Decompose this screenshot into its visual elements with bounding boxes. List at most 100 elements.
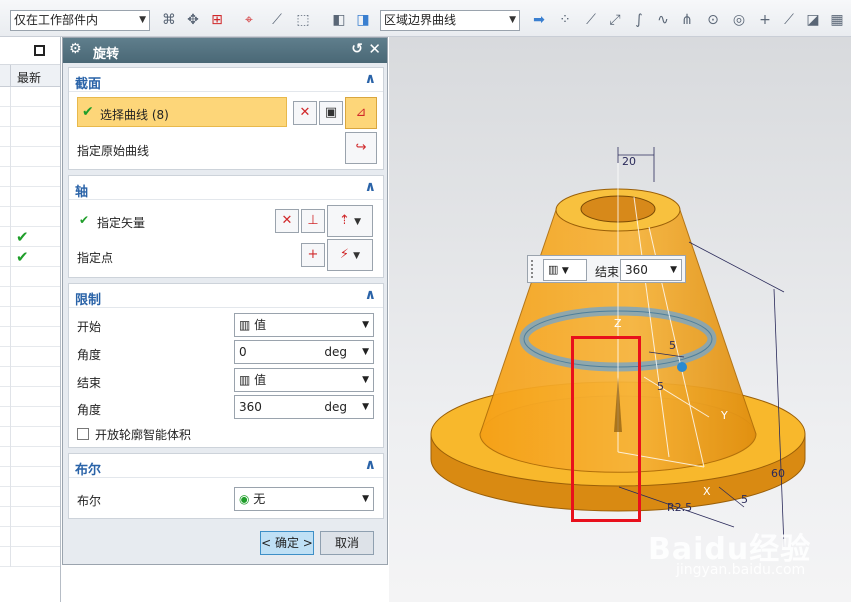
point-icon[interactable]: ✥ xyxy=(184,11,202,29)
cube-icon: ▥ xyxy=(239,318,255,332)
solid-icon[interactable]: ◧ xyxy=(330,11,348,29)
floating-end-value: 360 xyxy=(625,263,648,277)
table-row[interactable] xyxy=(0,127,60,147)
table-row[interactable] xyxy=(0,327,60,347)
table-row[interactable] xyxy=(0,287,60,307)
boolean-group-header[interactable]: 布尔 ∧ xyxy=(69,454,383,478)
curve-button[interactable]: ⊿ xyxy=(345,97,377,129)
line-icon[interactable]: ⟋ xyxy=(582,11,600,29)
collapse-icon[interactable]: ∧ xyxy=(365,457,376,473)
section-group-header[interactable]: 截面 ∧ xyxy=(69,68,383,92)
floating-end-angle-bar: ▥ ▼ 结束 360 ▼ xyxy=(527,255,686,283)
curve-rule-button[interactable]: ✕ xyxy=(293,101,317,125)
end-angle-label: 角度 xyxy=(77,403,102,417)
table-row[interactable] xyxy=(0,267,60,287)
table-row[interactable] xyxy=(0,207,60,227)
chevron-down-icon: ▼ xyxy=(362,320,369,330)
select-curve-row[interactable]: ✔ 选择曲线 (8) xyxy=(77,97,287,127)
table-row[interactable] xyxy=(0,87,60,107)
segment-icon[interactable]: ⤢ xyxy=(606,11,624,29)
curve-rule-value: 区域边界曲线 xyxy=(384,13,457,27)
dim-r: R2.5 xyxy=(667,501,692,514)
table-row[interactable] xyxy=(0,107,60,127)
axis-group-title: 轴 xyxy=(75,185,89,200)
end-angle-input[interactable]: 360 deg ▼ xyxy=(234,395,374,419)
start-mode-dropdown[interactable]: ▥ 值 ▼ xyxy=(234,313,374,337)
surface-icon[interactable]: ◪ xyxy=(804,11,822,29)
face-rule-icon[interactable]: ⟋ xyxy=(268,11,286,29)
arrow-right-icon[interactable]: ➡ xyxy=(530,11,548,29)
axis-group-header[interactable]: 轴 ∧ xyxy=(69,176,383,200)
snap-icon[interactable]: ⌘ xyxy=(160,11,178,29)
axis-y-label: Y xyxy=(720,409,728,422)
cancel-button[interactable]: 取消 xyxy=(320,531,374,555)
table-row[interactable] xyxy=(0,547,60,567)
table-row[interactable] xyxy=(0,447,60,467)
table-row[interactable] xyxy=(0,167,60,187)
grid-icon[interactable]: ▦ xyxy=(828,11,846,29)
intersect-icon[interactable]: ⋔ xyxy=(678,11,696,29)
point-type-dropdown[interactable]: ⚡ ▼ xyxy=(327,239,373,271)
check-icon: ✔ xyxy=(16,228,29,246)
close-icon[interactable]: ✕ xyxy=(368,40,381,58)
sketch-section-button[interactable]: ▣ xyxy=(319,101,343,125)
reset-icon[interactable]: ↺ xyxy=(351,41,363,57)
navigator-header xyxy=(0,37,60,65)
watermark-url: jingyan.baidu.com xyxy=(676,562,806,578)
ok-button[interactable]: < 确定 > xyxy=(260,531,314,555)
maximize-icon[interactable] xyxy=(34,45,45,56)
table-row[interactable] xyxy=(0,507,60,527)
wave-icon[interactable]: ∿ xyxy=(654,11,672,29)
table-row[interactable] xyxy=(0,527,60,547)
add-point-icon[interactable]: ⊞ xyxy=(208,11,226,29)
chevron-down-icon: ▼ xyxy=(670,265,677,275)
navigator-rows: ✔ ✔ xyxy=(0,87,60,567)
start-angle-input[interactable]: 0 deg ▼ xyxy=(234,340,374,364)
scatter-icon[interactable]: ⁘ xyxy=(556,11,574,29)
point-dialog-button[interactable]: + xyxy=(301,243,325,267)
table-row[interactable]: ✔ xyxy=(0,227,60,247)
vector-type-dropdown[interactable]: ⇡ ▼ xyxy=(327,205,373,237)
boolean-dropdown[interactable]: ◉ 无 ▼ xyxy=(234,487,374,511)
table-row[interactable] xyxy=(0,407,60,427)
slash-icon[interactable]: ⟋ xyxy=(780,11,798,29)
cube-icon[interactable]: ◨ xyxy=(354,11,372,29)
check-icon: ✔ xyxy=(16,248,29,266)
dialog-title-bar[interactable]: ⚙ 旋转 ↺ ✕ xyxy=(63,38,387,63)
table-row[interactable] xyxy=(0,427,60,447)
table-row[interactable]: ✔ xyxy=(0,247,60,267)
open-profile-checkbox[interactable] xyxy=(77,428,89,440)
table-row[interactable] xyxy=(0,147,60,167)
table-row[interactable] xyxy=(0,467,60,487)
end-mode-dropdown[interactable]: ▥ 值 ▼ xyxy=(234,368,374,392)
curve-point-icon[interactable]: ⌖ xyxy=(240,11,258,29)
drag-handle[interactable] xyxy=(531,260,535,278)
vector-dialog-button[interactable]: ⊥ xyxy=(301,209,325,233)
collapse-icon[interactable]: ∧ xyxy=(365,71,376,87)
limits-group-header[interactable]: 限制 ∧ xyxy=(69,284,383,308)
start-mode-value: 值 xyxy=(254,318,267,332)
box-select-icon[interactable]: ⬚ xyxy=(294,11,312,29)
table-row[interactable] xyxy=(0,487,60,507)
cross-icon[interactable]: + xyxy=(756,11,774,29)
floating-end-input[interactable]: 360 ▼ xyxy=(620,259,682,281)
navigator-column-header[interactable]: 最新 xyxy=(0,65,60,87)
origin-curve-button[interactable]: ↪ xyxy=(345,132,377,164)
collapse-icon[interactable]: ∧ xyxy=(365,287,376,303)
selection-scope-dropdown[interactable]: 仅在工作部件内 ▼ xyxy=(10,10,150,31)
vector-reverse-button[interactable]: ✕ xyxy=(275,209,299,233)
chevron-down-icon: ▼ xyxy=(362,494,369,504)
collapse-icon[interactable]: ∧ xyxy=(365,179,376,195)
gear-icon: ⚙ xyxy=(69,41,82,57)
curve-rule-dropdown[interactable]: 区域边界曲线 ▼ xyxy=(380,10,520,31)
table-row[interactable] xyxy=(0,307,60,327)
table-row[interactable] xyxy=(0,187,60,207)
table-row[interactable] xyxy=(0,387,60,407)
table-row[interactable] xyxy=(0,347,60,367)
end-mode-mini-dropdown[interactable]: ▥ ▼ xyxy=(543,259,587,281)
section-group-title: 截面 xyxy=(75,77,102,92)
table-row[interactable] xyxy=(0,367,60,387)
circle-icon[interactable]: ◎ xyxy=(730,11,748,29)
tangent-icon[interactable]: ∫ xyxy=(630,11,648,29)
center-icon[interactable]: ⊙ xyxy=(704,11,722,29)
